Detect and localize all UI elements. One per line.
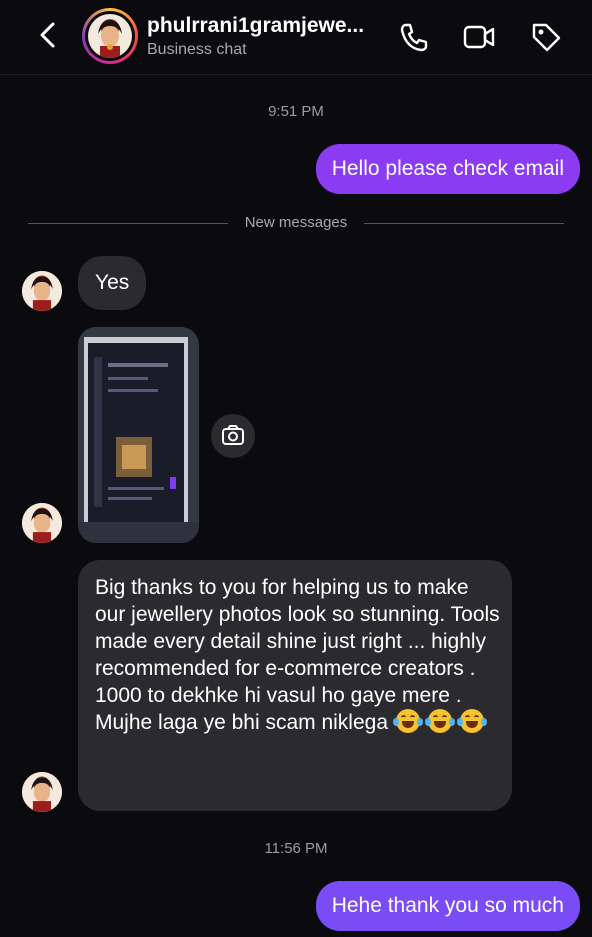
sender-avatar[interactable] xyxy=(22,503,62,543)
laughing-emoji-icon xyxy=(392,709,423,733)
chat-subtitle: Business chat xyxy=(147,41,247,58)
laughing-emoji-icon xyxy=(424,709,455,733)
new-messages-divider: New messages xyxy=(28,213,564,233)
camera-button[interactable] xyxy=(211,414,255,458)
chevron-left-icon xyxy=(40,22,55,48)
chat-header: phulrrani1gramjewe... Business chat xyxy=(0,0,592,75)
outgoing-message[interactable]: Hehe thank you so much xyxy=(315,881,580,931)
phone-icon xyxy=(400,23,428,52)
profile-avatar[interactable] xyxy=(82,8,138,64)
chat-screen: phulrrani1gramjewe... Business chat 9:51… xyxy=(0,0,592,937)
laughing-emoji-icon xyxy=(456,709,487,733)
sender-avatar[interactable] xyxy=(22,772,62,812)
timestamp: 9:51 PM xyxy=(268,103,324,120)
video-camera-icon xyxy=(463,25,495,49)
sender-avatar[interactable] xyxy=(22,271,62,311)
message-paragraph: Big thanks to you for helping us to make… xyxy=(95,576,500,680)
chat-title[interactable]: phulrrani1gramjewe... xyxy=(147,14,387,38)
message-text: Big thanks to you for helping us to make… xyxy=(95,574,500,736)
message-text: Yes xyxy=(95,271,130,294)
tag-button[interactable] xyxy=(529,20,563,54)
incoming-message[interactable]: Big thanks to you for helping us to make… xyxy=(78,560,512,811)
camera-icon xyxy=(222,425,244,445)
image-attachment[interactable] xyxy=(78,327,199,543)
timestamp: 11:56 PM xyxy=(264,840,328,857)
incoming-message[interactable]: Yes xyxy=(78,256,146,310)
video-call-button[interactable] xyxy=(462,20,496,54)
divider-label: New messages xyxy=(244,214,348,231)
call-button[interactable] xyxy=(397,20,431,54)
tag-icon xyxy=(532,23,561,52)
back-button[interactable] xyxy=(34,20,64,50)
outgoing-message[interactable]: Hello please check email xyxy=(315,144,580,194)
